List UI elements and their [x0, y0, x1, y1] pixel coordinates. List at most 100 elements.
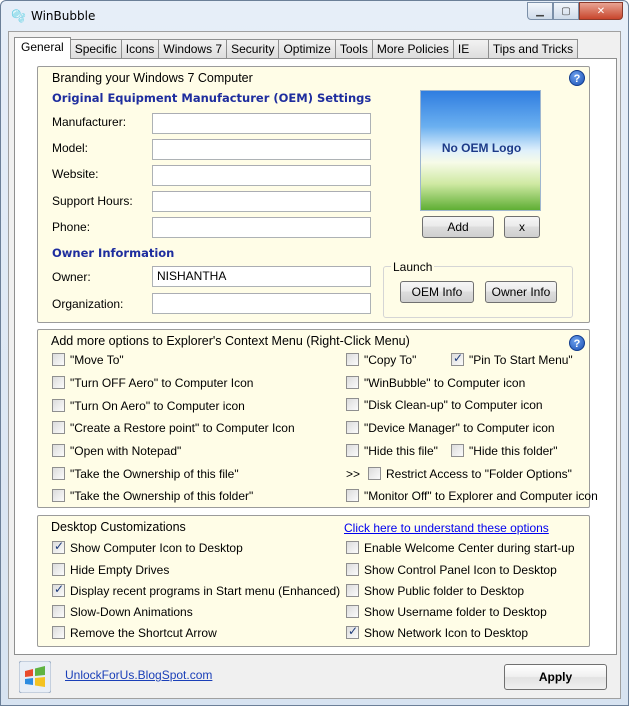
ownership-file-label: "Take the Ownership of this file": [70, 467, 239, 481]
context-menu-title: Add more options to Explorer's Context M…: [51, 334, 410, 348]
window-title: WinBubble: [31, 9, 96, 23]
close-icon: ✕: [596, 5, 606, 17]
device-manager-checkbox[interactable]: [346, 421, 359, 434]
turn-on-aero-label: "Turn On Aero" to Computer icon: [70, 399, 245, 413]
show-computer-icon-label: Show Computer Icon to Desktop: [70, 541, 243, 555]
website-field[interactable]: [152, 165, 371, 186]
copy-to-checkbox[interactable]: [346, 353, 359, 366]
arrow-indicator: >>: [346, 467, 361, 481]
move-to-checkbox[interactable]: [52, 353, 65, 366]
show-computer-icon-checkbox[interactable]: [52, 539, 65, 554]
oem-logo-preview: No OEM Logo: [420, 90, 541, 211]
phone-label: Phone:: [52, 220, 91, 234]
hide-empty-drives-label: Hide Empty Drives: [70, 563, 170, 577]
pin-to-start-label: "Pin To Start Menu": [469, 353, 573, 367]
network-icon-label: Show Network Icon to Desktop: [364, 626, 529, 640]
hide-file-label: "Hide this file": [364, 444, 438, 458]
model-field[interactable]: [152, 139, 371, 160]
windows-logo-icon: [18, 660, 52, 694]
open-notepad-checkbox[interactable]: [52, 444, 65, 457]
organization-label: Organization:: [52, 297, 124, 311]
slow-animations-label: Slow-Down Animations: [70, 605, 193, 619]
monitor-off-label: "Monitor Off" to Explorer and Computer i…: [364, 489, 598, 503]
tab-security[interactable]: Security: [226, 39, 280, 59]
oem-heading: Original Equipment Manufacturer (OEM) Se…: [52, 91, 372, 105]
oem-logo-text: No OEM Logo: [441, 141, 522, 155]
disk-cleanup-label: "Disk Clean-up" to Computer icon: [364, 398, 543, 412]
help-icon[interactable]: ?: [569, 70, 585, 86]
network-icon-checkbox[interactable]: [346, 624, 359, 639]
welcome-center-checkbox[interactable]: [346, 541, 359, 554]
support-hours-field[interactable]: [152, 191, 371, 212]
blog-link[interactable]: UnlockForUs.BlogSpot.com: [65, 668, 212, 682]
organization-field[interactable]: [152, 293, 371, 314]
hide-folder-checkbox[interactable]: [451, 444, 464, 457]
control-panel-icon-label: Show Control Panel Icon to Desktop: [364, 563, 557, 577]
tab-optimize[interactable]: Optimize: [278, 39, 336, 59]
maximize-button[interactable]: ▢: [553, 2, 579, 20]
phone-field[interactable]: [152, 217, 371, 238]
restore-point-checkbox[interactable]: [52, 421, 65, 434]
welcome-center-label: Enable Welcome Center during start-up: [364, 541, 575, 555]
winbubble-label: "WinBubble" to Computer icon: [364, 376, 526, 390]
close-button[interactable]: ✕: [579, 2, 623, 20]
title-bar[interactable]: 🫧 WinBubble ▁ ▢ ✕: [1, 1, 628, 31]
turn-off-aero-checkbox[interactable]: [52, 376, 65, 389]
hide-file-checkbox[interactable]: [346, 444, 359, 457]
pin-to-start-checkbox[interactable]: [451, 351, 464, 366]
remove-shortcut-arrow-checkbox[interactable]: [52, 626, 65, 639]
public-folder-label: Show Public folder to Desktop: [364, 584, 525, 598]
tab-tips-and-tricks[interactable]: Tips and Tricks: [487, 39, 579, 59]
hide-empty-drives-checkbox[interactable]: [52, 563, 65, 576]
app-window: 🫧 WinBubble ▁ ▢ ✕ General Specific Icons…: [0, 0, 629, 706]
remove-logo-button[interactable]: x: [504, 216, 540, 238]
help-icon[interactable]: ?: [569, 335, 585, 351]
control-panel-icon-checkbox[interactable]: [346, 563, 359, 576]
apply-button[interactable]: Apply: [504, 664, 607, 690]
tab-icons[interactable]: Icons: [120, 39, 160, 59]
owner-label: Owner:: [52, 270, 91, 284]
restore-point-label: "Create a Restore point" to Computer Ico…: [70, 421, 295, 435]
tab-tools[interactable]: Tools: [334, 39, 373, 59]
username-folder-label: Show Username folder to Desktop: [364, 605, 547, 619]
public-folder-checkbox[interactable]: [346, 584, 359, 597]
owner-heading: Owner Information: [52, 246, 175, 260]
add-logo-button[interactable]: Add: [422, 216, 494, 238]
tab-specific[interactable]: Specific: [69, 39, 122, 59]
tab-strip: General Specific Icons Windows 7 Securit…: [14, 37, 579, 59]
winbubble-checkbox[interactable]: [346, 376, 359, 389]
turn-on-aero-checkbox[interactable]: [52, 399, 65, 412]
desktop-title: Desktop Customizations: [51, 520, 186, 534]
tab-general[interactable]: General: [14, 37, 71, 59]
manufacturer-field[interactable]: [152, 113, 371, 134]
tab-ie[interactable]: IE: [452, 39, 489, 59]
move-to-label: "Move To": [70, 353, 124, 367]
manufacturer-label: Manufacturer:: [52, 115, 127, 129]
ownership-folder-checkbox[interactable]: [52, 489, 65, 502]
copy-to-label: "Copy To": [364, 353, 417, 367]
remove-shortcut-arrow-label: Remove the Shortcut Arrow: [70, 626, 217, 640]
hide-folder-label: "Hide this folder": [469, 444, 558, 458]
ownership-file-checkbox[interactable]: [52, 467, 65, 480]
branding-title: Branding your Windows 7 Computer: [52, 71, 253, 85]
owner-info-button[interactable]: Owner Info: [485, 281, 557, 303]
recent-programs-label: Display recent programs in Start menu (E…: [70, 584, 341, 598]
tab-windows-7[interactable]: Windows 7: [158, 39, 228, 59]
username-folder-checkbox[interactable]: [346, 605, 359, 618]
device-manager-label: "Device Manager" to Computer icon: [364, 421, 555, 435]
recent-programs-checkbox[interactable]: [52, 582, 65, 597]
launch-title: Launch: [391, 260, 435, 274]
bubble-icon: 🫧: [11, 9, 26, 23]
owner-field[interactable]: NISHANTHA: [152, 266, 371, 287]
ownership-folder-label: "Take the Ownership of this folder": [70, 489, 254, 503]
understand-options-link[interactable]: Click here to understand these options: [344, 521, 549, 535]
oem-info-button[interactable]: OEM Info: [400, 281, 474, 303]
minimize-button[interactable]: ▁: [527, 2, 553, 20]
slow-animations-checkbox[interactable]: [52, 605, 65, 618]
open-notepad-label: "Open with Notepad": [70, 444, 182, 458]
monitor-off-checkbox[interactable]: [346, 489, 359, 502]
restrict-access-checkbox[interactable]: [368, 467, 381, 480]
tab-more-policies[interactable]: More Policies: [371, 39, 454, 59]
model-label: Model:: [52, 141, 89, 155]
disk-cleanup-checkbox[interactable]: [346, 398, 359, 411]
